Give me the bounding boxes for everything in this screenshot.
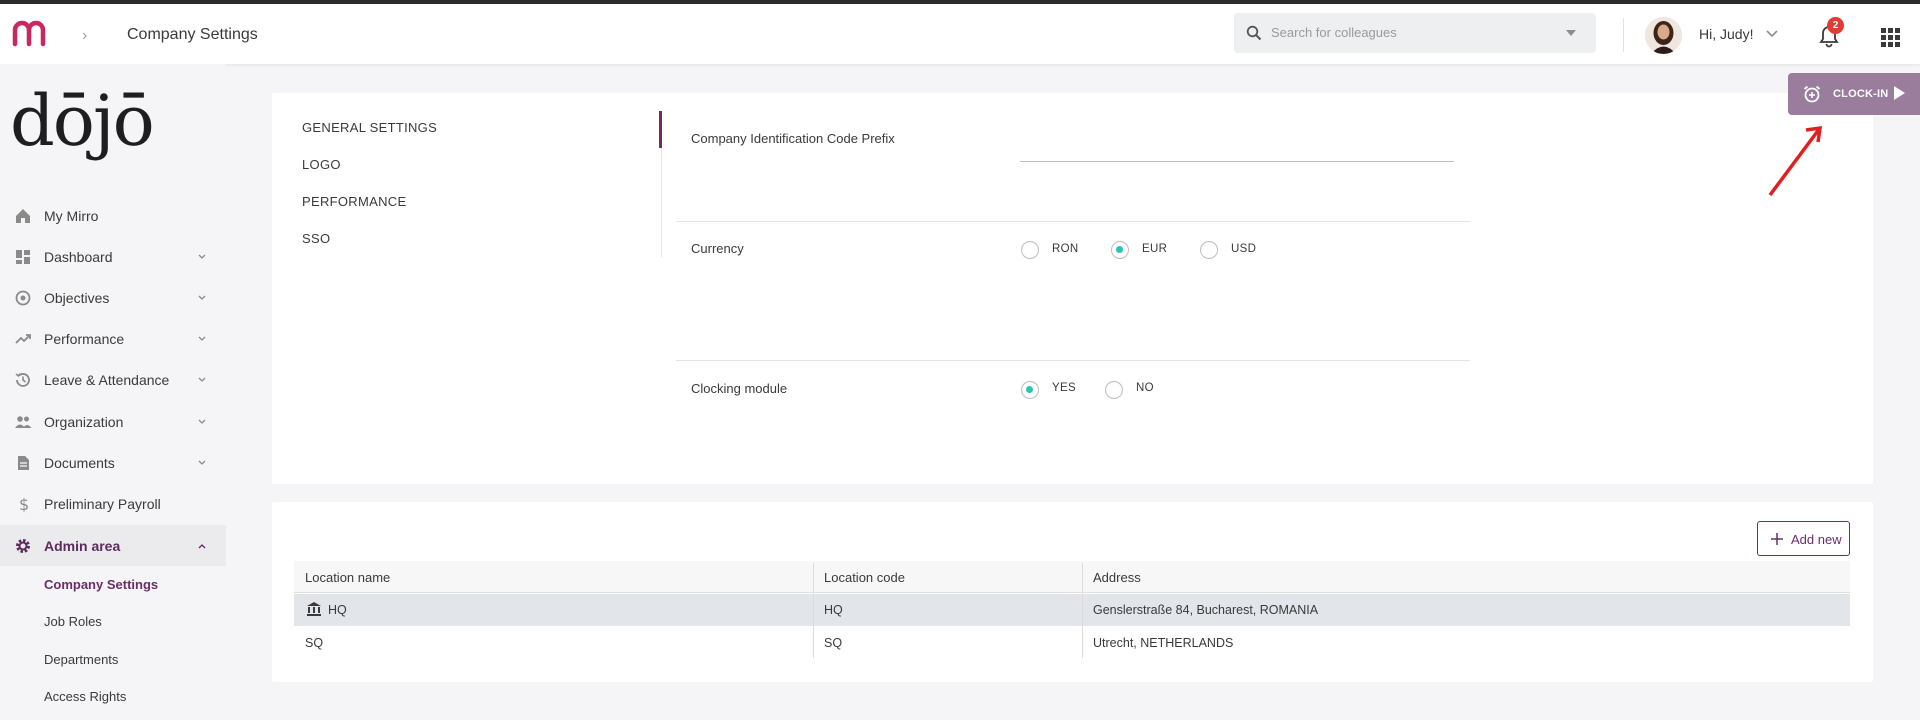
currency-option-usd: USD [1231,243,1257,255]
location-code: HQ [824,603,843,617]
header-divider [1623,18,1624,52]
home-icon [16,208,30,223]
currency-radio-usd[interactable] [1200,241,1218,259]
sidebar-item-label: My Mirro [44,207,99,224]
sidebar-subitem-access-rights[interactable]: Access Rights [44,689,126,704]
chevron-down-icon [198,377,206,382]
tab-sso[interactable]: SSO [302,231,330,246]
currency-radio-eur[interactable] [1111,241,1129,259]
sidebar-item-preliminary-payroll[interactable]: $ Preliminary Payroll [0,483,226,524]
sidebar-item-label: Objectives [44,289,110,306]
sidebar-item-my-mirro[interactable]: My Mirro [0,195,226,236]
dashboard-icon [16,249,30,264]
history-icon [15,372,30,387]
divider [676,360,1470,361]
breadcrumb-chevron-icon: › [82,27,88,44]
divider [676,221,1470,222]
top-bar: › Company Settings Search for colleagues… [0,4,1920,64]
chevron-down-icon[interactable] [1765,27,1779,41]
notification-badge: 2 [1827,17,1844,34]
search-dropdown-icon[interactable] [1566,30,1576,36]
sidebar-item-documents[interactable]: Documents [0,442,226,483]
location-name: SQ [305,636,324,650]
headquarters-bank-icon [307,602,321,616]
table-row[interactable]: HQ HQ Genslerstraße 84, Bucharest, ROMAN… [294,594,1850,626]
sidebar-item-label: Admin area [44,537,121,554]
alarm-clock-icon [1803,85,1821,103]
page-title: Company Settings [127,26,258,43]
user-greeting[interactable]: Hi, Judy! [1699,26,1753,42]
sidebar-item-performance[interactable]: Performance [0,318,226,359]
clocking-module-label: Clocking module [691,381,788,396]
sidebar-item-label: Performance [44,330,125,347]
clocking-option-yes: YES [1052,382,1076,394]
chevron-down-icon [198,336,206,341]
clock-in-label: CLOCK-IN [1833,88,1889,100]
gear-icon [16,538,30,553]
tab-performance[interactable]: PERFORMANCE [302,194,406,209]
document-icon [18,455,29,470]
sidebar-subitem-departments[interactable]: Departments [44,652,118,667]
apps-grid-icon[interactable] [1881,28,1901,48]
location-code: SQ [824,636,843,650]
clock-in-button[interactable]: CLOCK-IN [1788,73,1920,115]
sidebar-item-label: Preliminary Payroll [44,495,161,512]
chevron-up-icon [198,543,206,548]
dojo-logo: dōjō [10,80,155,162]
red-arrow-annotation [1768,125,1823,197]
currency-option-ron: RON [1052,243,1079,255]
location-address: Utrecht, NETHERLANDS [1093,636,1234,650]
sidebar-subitem-company-settings[interactable]: Company Settings [44,577,158,592]
sidebar-item-dashboard[interactable]: Dashboard [0,236,226,277]
currency-radio-ron[interactable] [1021,241,1039,259]
tab-general-settings[interactable]: GENERAL SETTINGS [302,120,437,135]
table-row[interactable]: SQ SQ Utrecht, NETHERLANDS [294,627,1850,659]
location-address: Genslerstraße 84, Bucharest, ROMANIA [1093,603,1319,617]
search-icon [1246,25,1262,41]
sidebar-item-label: Organization [44,413,124,430]
sidebar-subitem-job-roles[interactable]: Job Roles [44,614,102,629]
chevron-down-icon [198,254,206,259]
active-tab-indicator [659,111,662,148]
clocking-radio-yes[interactable] [1021,381,1039,399]
svg-text:$: $ [19,495,29,513]
target-icon [15,290,31,305]
trending-up-icon [15,333,31,344]
location-name: HQ [328,603,347,617]
sidebar-item-leave-attendance[interactable]: Leave & Attendance [0,359,226,400]
settings-card [272,93,1873,484]
column-separator [1082,563,1083,658]
chevron-down-icon [198,460,206,465]
sidebar-item-label: Leave & Attendance [44,371,170,388]
sidebar-item-admin-area[interactable]: Admin area [0,525,226,566]
column-separator [813,563,814,658]
plus-icon [1771,533,1783,545]
clocking-radio-no[interactable] [1105,381,1123,399]
play-icon [1894,86,1905,100]
search-placeholder: Search for colleagues [1271,25,1397,40]
table-header: Location name Location code Address [294,561,1850,593]
company-code-input[interactable] [1020,161,1454,162]
company-code-label: Company Identification Code Prefix [691,131,895,146]
add-new-label: Add new [1791,532,1842,547]
chevron-down-icon [198,419,206,424]
sidebar-item-organization[interactable]: Organization [0,401,226,442]
column-header-location-code[interactable]: Location code [824,570,905,585]
people-icon [15,415,32,428]
avatar[interactable] [1645,17,1682,54]
tab-logo[interactable]: LOGO [302,157,341,172]
sidebar-item-label: Documents [44,454,115,471]
dollar-icon: $ [19,495,29,513]
column-header-address[interactable]: Address [1093,570,1141,585]
chevron-down-icon [198,295,206,300]
sidebar-item-label: Dashboard [44,248,113,265]
currency-option-eur: EUR [1142,243,1168,255]
sidebar-item-objectives[interactable]: Objectives [0,277,226,318]
search-input[interactable]: Search for colleagues [1234,13,1596,53]
currency-label: Currency [691,241,744,256]
add-location-button[interactable]: Add new [1757,521,1850,556]
column-header-location-name[interactable]: Location name [305,570,390,585]
mirro-logo-icon[interactable] [12,18,50,48]
clocking-option-no: NO [1136,382,1154,394]
